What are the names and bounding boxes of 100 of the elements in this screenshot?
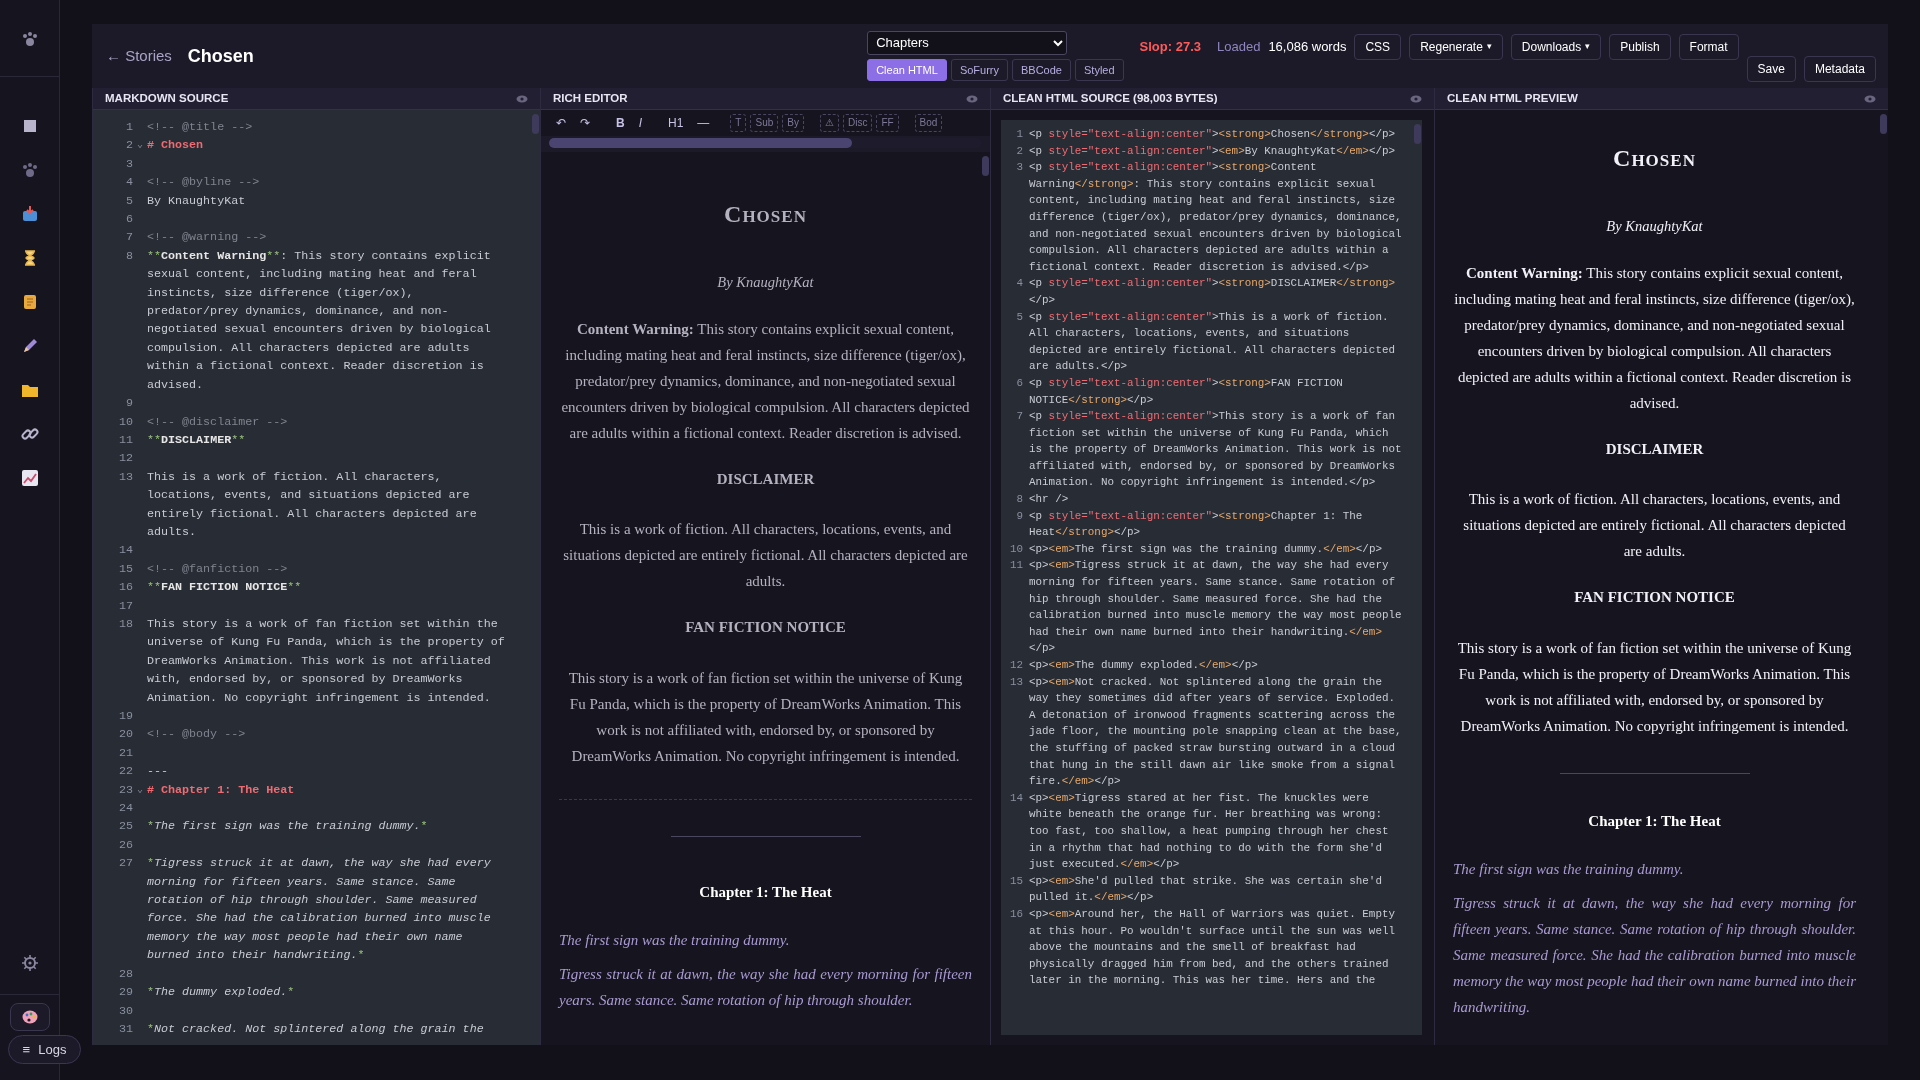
editor-tool-button[interactable]: Disc	[842, 114, 873, 132]
fold-marker[interactable]: ⌄	[133, 780, 147, 800]
chart-icon[interactable]	[20, 469, 39, 487]
line-number: 16	[1008, 906, 1023, 922]
format-tab[interactable]: Styled	[1075, 58, 1124, 82]
scrollbar-thumb[interactable]	[1414, 124, 1421, 144]
line-number: 31	[117, 1020, 133, 1038]
code-line: This is a work of fiction. All characters, locations, events, and situations depicted are entirely fictional. All characters depicted are adults.	[147, 468, 478, 541]
editor-tool-button[interactable]: B	[611, 114, 630, 132]
paragraph: This story is a work of fan fiction set within the universe of Kung Fu Panda, which is the property of DreamWorks Animation. This work is not affiliated with, endorsed by, or sponsored by DreamWorks Animation. No copyright infringement is intended.	[1456, 638, 1853, 736]
eye-icon[interactable]	[516, 94, 528, 103]
panel-title: CLEAN HTML SOURCE (98,003 BYTES)	[1003, 90, 1218, 106]
line-number: 10	[117, 413, 133, 431]
code-line: <p><em>The dummy exploded.</em></p>	[1029, 658, 1259, 673]
eye-icon[interactable]	[966, 94, 978, 103]
editor-tool-button[interactable]: ↶	[551, 114, 571, 132]
paragraph: The first sign was the training dummy.	[1453, 860, 1685, 880]
line-number: 4	[125, 174, 133, 192]
line-number: 6	[125, 211, 133, 229]
line-number: 23	[117, 781, 133, 799]
toolbar-button[interactable]: Publish	[1609, 34, 1671, 60]
logs-button[interactable]: ≡ Logs	[7, 1034, 82, 1064]
line-number: 21	[117, 744, 133, 762]
toolbar-button[interactable]: Downloads ▾	[1510, 34, 1602, 60]
editor-tool-button[interactable]: I	[633, 114, 647, 132]
paw-icon[interactable]	[20, 30, 39, 48]
code-line: <p><em>Not cracked. Not splintered along the grain the way they sometimes did after years of service. Exploded. A detonation of ironwood fragments scattering across the jade floor, the mounting pole snapping clean at the base, the stuffing of packed straw bursting outward in a cloud that hung in the still dawn air like smoke from a signal fire.</em></p>	[1029, 674, 1403, 790]
line-number: 15	[1008, 873, 1023, 889]
line-number: 24	[117, 800, 133, 818]
scrollbar-thumb[interactable]	[982, 156, 989, 176]
line-number: 5	[125, 192, 133, 210]
line-number: 2	[125, 137, 133, 155]
code-line: <!-- @fanfiction -->	[147, 560, 289, 578]
editor-tool-button[interactable]: Sub	[750, 114, 779, 132]
link-icon[interactable]	[20, 425, 39, 443]
line-number: 11	[117, 431, 133, 449]
format-tab[interactable]: Clean HTML	[867, 58, 947, 82]
code-line: *Tigress struck it at dawn, the way she had every morning for fifteen years. Same stance. Same rotation of hip through shoulder. Same measured force. She had the calibration burned into muscle memory the way most people had their own name burned into their handwriting.*	[147, 855, 492, 965]
palette-button[interactable]	[9, 1002, 50, 1031]
format-tab[interactable]: SoFurry	[950, 58, 1008, 82]
code-line: <p style="text-align:center"><strong>Chapter 1: The Heat</strong></p>	[1029, 508, 1364, 541]
editor-tool-button[interactable]: ⚠	[819, 114, 839, 132]
slop-score: Slop: 27.3	[1139, 38, 1201, 57]
toolbar-button[interactable]: Regenerate ▾	[1409, 34, 1503, 60]
code-line: **Content Warning**: This story contains explicit sexual content, including mating heat and feral instincts, size difference (tiger/ox), predator/prey dynamics, dominance, and non-negotiated sexual encounters driven by biological compulsion. All characters depicted are adults within a fictional context. Reader discretion is advised.	[147, 247, 492, 394]
code-line: <p><em>Around her, the Hall of Warriors was quiet. Empty at this hour. Po wouldn't surface until the sun was well above the mountains and the smell of breakfast had physically dragged him from bed, and the others trained later in the morning. This was her time. Hers and the	[1029, 906, 1396, 989]
editor-tool-button[interactable]: T	[730, 114, 747, 132]
section-heading: DISCLAIMER	[715, 469, 816, 489]
back-link[interactable]: ← Stories	[106, 44, 172, 68]
eye-icon[interactable]	[1864, 94, 1876, 103]
panel-title: MARKDOWN SOURCE	[105, 90, 229, 106]
format-select[interactable]: Chapters	[867, 30, 1068, 55]
code-line: <hr />	[1029, 492, 1070, 508]
paw-icon[interactable]	[20, 161, 39, 179]
code-line: This story is a work of fan fiction set within the universe of Kung Fu Panda, which is the property of DreamWorks Animation. This work is not affiliated with, endorsed by, or sponsored by DreamWorks Animation. No copyright infringement is intended.	[147, 615, 506, 707]
settings-icon[interactable]	[20, 953, 39, 972]
line-number: 1	[125, 119, 133, 136]
chapter-heading: Chapter 1: The Heat	[1587, 811, 1722, 831]
line-number: 7	[125, 229, 133, 247]
line-number: 8	[125, 247, 133, 265]
toolbar-button[interactable]: CSS	[1354, 34, 1402, 60]
toolbar-button[interactable]: Metadata	[1803, 56, 1876, 82]
editor-tool-button[interactable]: ↷	[575, 114, 595, 132]
line-number: 17	[117, 597, 133, 615]
line-number: 15	[117, 560, 133, 578]
status-text: Loaded	[1217, 38, 1261, 57]
line-number: 10	[1008, 541, 1023, 557]
scrollbar-thumb[interactable]	[549, 138, 853, 148]
section-heading: DISCLAIMER	[1604, 439, 1705, 459]
code-line: <p style="text-align:center"><strong>FAN FICTION NOTICE</strong></p>	[1029, 375, 1344, 408]
editor-tool-button[interactable]: By	[782, 114, 804, 132]
code-line: <p style="text-align:center">This is a work of fiction. All characters, locations, events, and situations depicted are entirely fictional. All characters depicted are adults.</p>	[1029, 309, 1396, 375]
format-tab[interactable]: BBCode	[1012, 58, 1071, 82]
line-number: 13	[1008, 674, 1023, 690]
palette-icon	[21, 1009, 38, 1024]
line-number: 9	[125, 395, 133, 413]
scrollbar-thumb[interactable]	[1880, 114, 1887, 134]
eye-icon[interactable]	[1410, 94, 1422, 103]
paragraph: This is a work of fiction. All characters, locations, events, and situations depicted are entirely fictional. All characters depicted are adults.	[562, 520, 969, 592]
fold-marker[interactable]: ⌄	[133, 136, 147, 155]
editor-tool-button[interactable]: Bod	[914, 114, 943, 132]
line-number: 5	[1015, 309, 1023, 325]
line-number: 25	[117, 818, 133, 836]
word-count: 16,086 words	[1268, 38, 1347, 57]
line-number: 14	[117, 542, 133, 560]
code-line: **DISCLAIMER**	[147, 431, 247, 449]
toolbar-button[interactable]: Save	[1746, 56, 1796, 82]
toolbar-button[interactable]: Format	[1678, 34, 1739, 60]
line-number: 18	[117, 615, 133, 633]
editor-tool-button[interactable]: FF	[876, 114, 899, 132]
story-title: Chosen	[1612, 144, 1697, 173]
line-number: 27	[117, 855, 133, 873]
editor-tool-button[interactable]: H1	[663, 114, 689, 132]
section-heading: FAN FICTION NOTICE	[684, 618, 847, 638]
line-number: 26	[117, 836, 133, 854]
editor-tool-button[interactable]: —	[692, 114, 715, 132]
inbox-icon[interactable]	[20, 205, 39, 223]
story-title: Chosen	[187, 44, 254, 68]
scrollbar-thumb[interactable]	[532, 114, 539, 134]
panel-title: CLEAN HTML PREVIEW	[1447, 90, 1578, 106]
